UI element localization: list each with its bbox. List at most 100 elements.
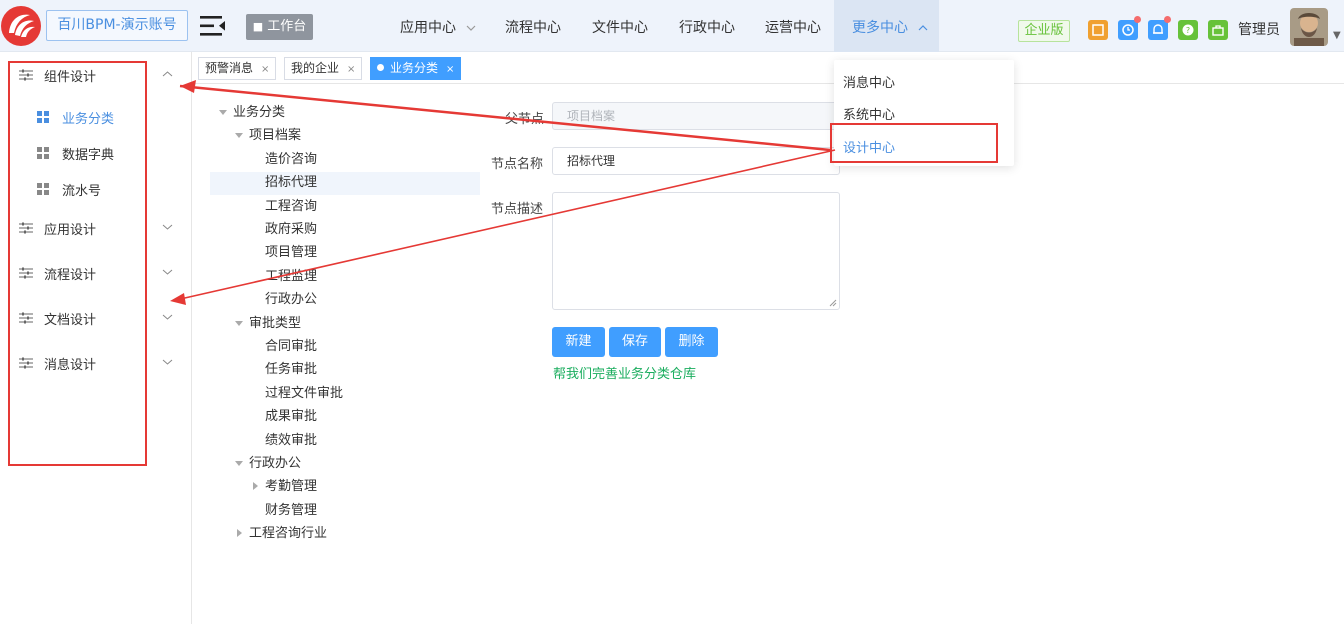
top-header: 百川BPM-演示账号 ■ 工作台 应用中心 流程中心 文件中心 行政中心 运营中心…: [0, 0, 1344, 52]
tree-node-label: 造价咨询: [265, 152, 318, 167]
chevron-up-icon: [162, 71, 173, 77]
tree-node[interactable]: 造价咨询: [265, 148, 317, 171]
tree-node-label: 项目档案: [249, 128, 302, 143]
node-description-label: 节点描述: [491, 202, 544, 217]
nav-process-center[interactable]: 流程中心: [505, 0, 561, 52]
caret-down-icon[interactable]: [219, 110, 227, 115]
clock-icon[interactable]: [1118, 16, 1141, 40]
help-icon[interactable]: ?: [1178, 20, 1198, 40]
nav-label: 流程中心: [505, 20, 561, 36]
tree-node-label: 业务分类: [233, 105, 286, 120]
tree-node[interactable]: 审批类型: [235, 312, 302, 335]
tab-my-enterprise[interactable]: 我的企业 ×: [284, 57, 363, 80]
workbench-label: 工作台: [267, 19, 307, 34]
close-icon[interactable]: ×: [347, 64, 355, 75]
workbench-button[interactable]: ■ 工作台: [246, 14, 313, 40]
nav-more-center[interactable]: 更多中心: [834, 0, 939, 52]
caret-right-icon[interactable]: [237, 529, 242, 537]
tree-node[interactable]: 绩效审批: [265, 429, 317, 452]
parent-node-field: 项目档案: [552, 102, 840, 130]
annotation-arrows: [170, 80, 836, 305]
tree-node-label: 行政办公: [265, 292, 318, 307]
chevron-down-icon[interactable]: ▼: [1333, 30, 1341, 41]
tree-node[interactable]: 财务管理: [265, 499, 317, 522]
menu-item-system-center[interactable]: 系统中心: [843, 104, 895, 123]
user-icon: ■: [252, 20, 264, 33]
nav-label: 运营中心: [765, 20, 821, 36]
node-name-label: 节点名称: [491, 157, 544, 172]
save-button[interactable]: 保存: [609, 327, 661, 357]
tree-node[interactable]: 工程监理: [265, 265, 317, 288]
tree-node-label: 工程咨询行业: [249, 526, 328, 541]
account-switcher[interactable]: 百川BPM-演示账号: [46, 10, 188, 41]
tab-label: 业务分类: [390, 61, 439, 75]
tree-node[interactable]: 任务审批: [265, 358, 317, 381]
tree-node-label: 工程咨询: [265, 199, 318, 214]
tree-node[interactable]: 成果审批: [265, 405, 317, 428]
resize-handle-icon[interactable]: [829, 299, 837, 307]
tree-node[interactable]: 招标代理: [265, 171, 317, 194]
tree-node[interactable]: 合同审批: [265, 335, 317, 358]
tab-alert-messages[interactable]: 预警消息 ×: [198, 57, 277, 80]
menu-item-message-center[interactable]: 消息中心: [843, 72, 895, 91]
tree-node[interactable]: 项目档案: [235, 124, 302, 147]
tree-node-label: 任务审批: [265, 362, 318, 377]
tree-node[interactable]: 业务分类: [219, 101, 286, 124]
node-name-field[interactable]: 招标代理: [552, 147, 840, 175]
caret-right-icon[interactable]: [253, 482, 258, 490]
tree-selected-row: [210, 172, 480, 195]
tree-node-label: 过程文件审批: [265, 386, 344, 401]
caret-down-icon[interactable]: [235, 133, 243, 138]
svg-text:?: ?: [1186, 26, 1190, 35]
tree-node[interactable]: 政府采购: [265, 218, 317, 241]
chevron-up-icon: [919, 25, 928, 31]
notification-dot: [1164, 16, 1171, 23]
tree-node-label: 绩效审批: [265, 433, 318, 448]
edition-badge: 企业版: [1018, 20, 1070, 42]
nav-file-center[interactable]: 文件中心: [592, 0, 648, 52]
new-button[interactable]: 新建: [552, 327, 605, 357]
tree-node-label: 审批类型: [249, 316, 302, 331]
baichuan-logo[interactable]: [0, 5, 42, 47]
tree-node[interactable]: 行政办公: [235, 452, 302, 475]
tree-node-label: 工程监理: [265, 269, 318, 284]
tree-node[interactable]: 工程咨询: [265, 195, 317, 218]
delete-button[interactable]: 删除: [665, 327, 718, 357]
node-description-field[interactable]: [552, 192, 840, 310]
tree-node-label: 合同审批: [265, 339, 318, 354]
nav-label: 应用中心: [400, 20, 456, 36]
tree-node[interactable]: 行政办公: [265, 288, 317, 311]
close-icon[interactable]: ×: [446, 64, 454, 75]
caret-down-icon[interactable]: [235, 321, 243, 326]
notification-dot: [1134, 16, 1141, 23]
bell-icon[interactable]: [1148, 16, 1171, 40]
active-dot-icon: [377, 64, 384, 71]
chevron-down-icon: [162, 269, 173, 275]
tree-node-label: 行政办公: [249, 456, 302, 471]
close-icon[interactable]: ×: [261, 64, 269, 75]
nav-app-center[interactable]: 应用中心: [400, 0, 476, 52]
note-icon[interactable]: [1088, 20, 1108, 40]
tree-node[interactable]: 工程咨询行业: [237, 522, 328, 545]
parent-node-label: 父节点: [505, 112, 545, 127]
user-name[interactable]: 管理员: [1238, 19, 1280, 39]
tree-node-label: 考勤管理: [265, 479, 318, 494]
nav-label: 文件中心: [592, 20, 648, 36]
tree-node-label: 招标代理: [265, 175, 318, 190]
menu-collapse-icon[interactable]: [200, 14, 226, 38]
avatar[interactable]: [1290, 8, 1328, 46]
chevron-down-icon: [162, 359, 173, 365]
tab-business-category[interactable]: 业务分类 ×: [370, 57, 462, 80]
help-improve-link[interactable]: 帮我们完善业务分类仓库: [553, 363, 696, 382]
chevron-down-icon: [162, 224, 173, 230]
tree-node[interactable]: 考勤管理: [253, 475, 318, 498]
caret-down-icon[interactable]: [235, 461, 243, 466]
tree-node[interactable]: 项目管理: [265, 241, 317, 264]
nav-admin-center[interactable]: 行政中心: [679, 0, 735, 52]
bag-icon[interactable]: [1208, 20, 1228, 40]
nav-label: 更多中心: [852, 20, 908, 36]
tab-label: 预警消息: [205, 61, 254, 75]
chevron-down-icon: [162, 314, 173, 320]
nav-operation-center[interactable]: 运营中心: [765, 0, 821, 52]
tree-node[interactable]: 过程文件审批: [265, 382, 343, 405]
